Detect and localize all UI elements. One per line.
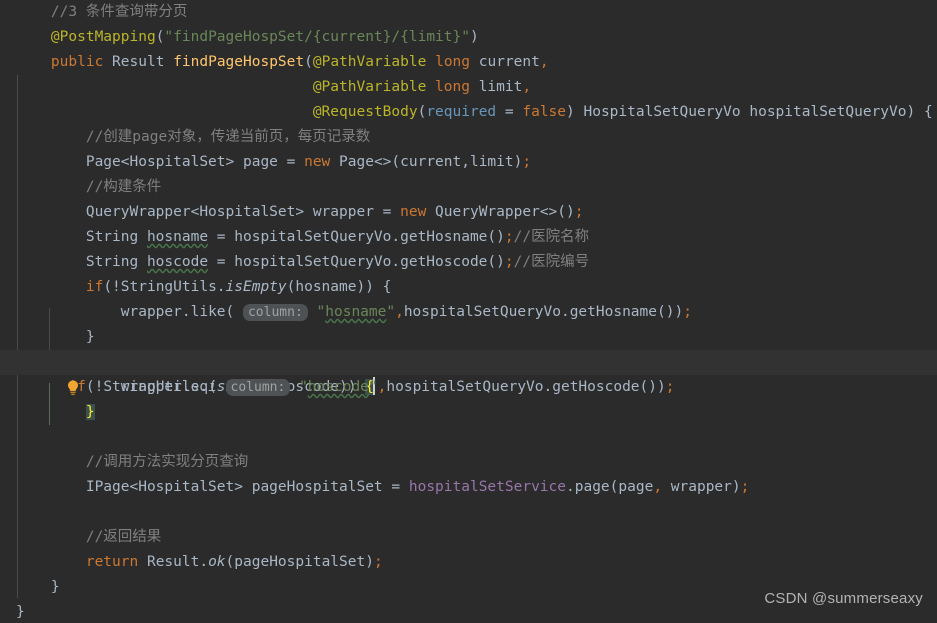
code-editor[interactable]: //3 条件查询带分页 @PostMapping("findPageHospSe… — [0, 0, 937, 623]
method-name-findpagehospset: findPageHospSet — [173, 54, 305, 70]
code-line[interactable]: QueryWrapper<HospitalSet> wrapper = new … — [0, 200, 937, 225]
code-line[interactable]: @RequestBody(required = false) HospitalS… — [0, 100, 937, 125]
string-hosname: hosname — [325, 304, 387, 320]
annotation-requestbody: @RequestBody — [312, 104, 418, 120]
code-line[interactable]: @PostMapping("findPageHospSet/{current}/… — [0, 25, 937, 50]
comment-create-page: //创建page对象，传递当前页，每页记录数 — [85, 129, 371, 145]
code-line-blank[interactable] — [0, 500, 937, 525]
code-content[interactable]: //3 条件查询带分页 @PostMapping("findPageHospSe… — [0, 0, 937, 623]
comment-hospital-code: //医院编号 — [513, 254, 590, 270]
code-line[interactable]: String hosname = hospitalSetQueryVo.getH… — [0, 225, 937, 250]
code-line[interactable]: return Result.ok(pageHospitalSet); — [0, 550, 937, 575]
mapping-path-string: "findPageHospSet/{current}/{limit}" — [164, 29, 470, 45]
method-close-brace: } — [50, 579, 60, 595]
annotation-pathvariable: @PathVariable — [312, 79, 427, 95]
annotation-postmapping: @PostMapping — [50, 29, 156, 45]
code-line[interactable]: //返回结果 — [0, 525, 937, 550]
comment-call-method: //调用方法实现分页查询 — [85, 454, 249, 470]
code-line[interactable]: //3 条件查询带分页 — [0, 0, 937, 25]
code-line[interactable]: public Result findPageHospSet(@PathVaria… — [0, 50, 937, 75]
lightbulb-icon[interactable] — [0, 354, 78, 396]
code-line[interactable]: String hoscode = hospitalSetQueryVo.getH… — [0, 250, 937, 275]
comment-hospital-name: //医院名称 — [513, 229, 590, 245]
code-line[interactable]: } — [0, 400, 937, 425]
string-hoscode: hoscode — [307, 379, 369, 395]
static-method-ok: ok — [208, 554, 226, 570]
annotation-pathvariable: @PathVariable — [312, 54, 427, 70]
variable-hoscode: hoscode — [146, 254, 209, 270]
code-line[interactable]: @PathVariable long limit, — [0, 75, 937, 100]
comment-return-result: //返回结果 — [85, 529, 162, 545]
static-method-isempty: isEmpty — [225, 279, 287, 295]
code-line[interactable]: wrapper.eq( column: "hoscode",hospitalSe… — [0, 375, 937, 400]
code-line[interactable]: //创建page对象，传递当前页，每页记录数 — [0, 125, 937, 150]
field-hospitalsetservice: hospitalSetService — [408, 479, 566, 495]
code-line[interactable]: //调用方法实现分页查询 — [0, 450, 937, 475]
code-line[interactable]: if(!StringUtils.isEmpty(hosname)) { — [0, 275, 937, 300]
inlay-hint-column: column: — [225, 379, 291, 396]
class-close-brace: } — [16, 604, 25, 620]
comment-build-condition: //构建条件 — [85, 179, 162, 195]
code-line-blank[interactable] — [0, 425, 937, 450]
variable-hosname: hosname — [146, 229, 209, 245]
matched-close-brace: } — [85, 404, 95, 420]
code-line[interactable]: wrapper.like( column: "hosname",hospital… — [0, 300, 937, 325]
code-line[interactable]: Page<HospitalSet> page = new Page<>(curr… — [0, 150, 937, 175]
code-line[interactable]: IPage<HospitalSet> pageHospitalSet = hos… — [0, 475, 937, 500]
code-line[interactable]: //构建条件 — [0, 175, 937, 200]
inlay-hint-column: column: — [242, 304, 308, 321]
code-line[interactable]: } — [0, 325, 937, 350]
code-line-caret[interactable]: if(!StringUtils.isEmpty(hoscode)) { — [0, 350, 937, 396]
comment-section-title: //3 条件查询带分页 — [16, 4, 188, 20]
csdn-watermark: CSDN @summerseaxy — [764, 590, 923, 607]
